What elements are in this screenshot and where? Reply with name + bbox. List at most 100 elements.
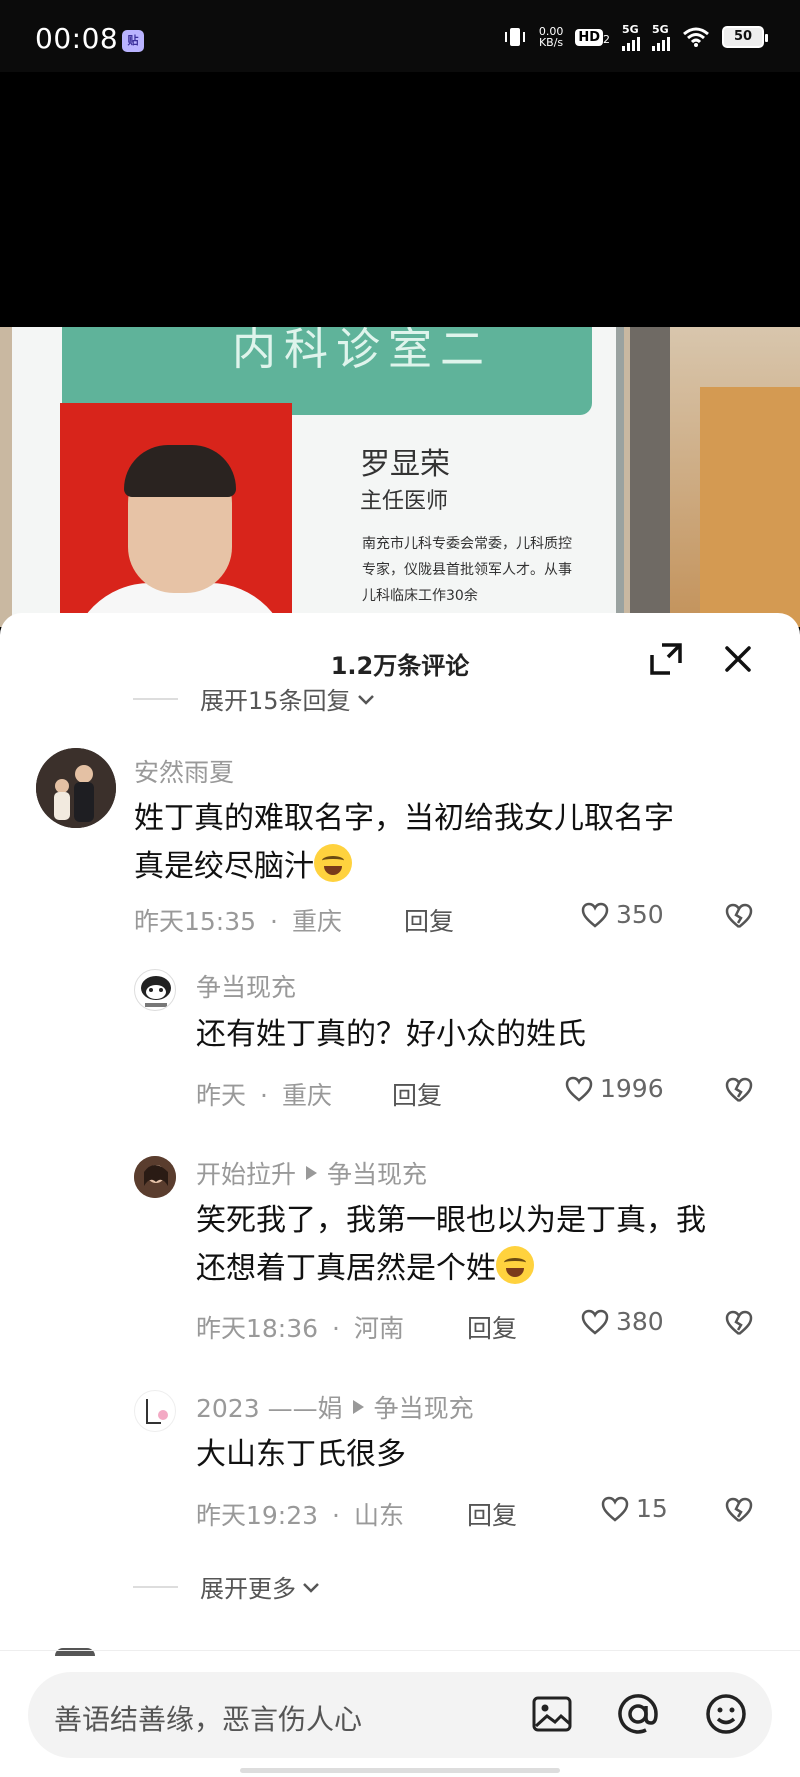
broken-heart-icon[interactable] — [724, 1076, 754, 1104]
reply-button[interactable]: 回复 — [467, 1496, 517, 1532]
signal-label-1: 5G — [622, 22, 639, 36]
heart-icon — [581, 902, 609, 928]
meta-separator: · — [332, 1501, 340, 1530]
broken-heart-icon[interactable] — [724, 1309, 754, 1337]
heart-icon — [581, 1309, 609, 1335]
wifi-icon — [683, 27, 709, 47]
like-count: 380 — [616, 1307, 664, 1336]
avatar-photo — [134, 1156, 176, 1198]
avatar-photo — [36, 748, 116, 828]
comment-text-line: 还想着丁真居然是个姓 — [196, 1251, 496, 1286]
avatar[interactable] — [134, 1390, 176, 1432]
comment-username-text: 2023 ——娟 — [196, 1394, 343, 1423]
like-button[interactable]: 15 — [600, 1494, 668, 1523]
net-speed: 0.00 KB/s — [539, 26, 564, 48]
expand-icon[interactable] — [648, 641, 684, 677]
comment-input[interactable]: 善语结善缘，恶言伤人心 — [54, 1698, 362, 1738]
comment-input-bar[interactable]: 善语结善缘，恶言伤人心 — [28, 1672, 772, 1758]
hd-icon: HD 2 — [575, 28, 610, 46]
avatar[interactable] — [134, 969, 176, 1011]
battery-icon: 50 — [722, 26, 768, 48]
reply-to-username[interactable]: 争当现充 — [374, 1389, 474, 1425]
video-frame[interactable]: 内科诊室二 罗显荣 主任医师 南充市儿科专委会常委，儿科质控专家，仪陇县首批领军… — [0, 327, 800, 627]
signal-icon-1: 5G — [622, 24, 640, 51]
like-button[interactable]: 350 — [580, 900, 664, 929]
status-bar: 00:08 贴 0.00 KB/s HD 2 5G 5G 50 — [0, 0, 800, 72]
broken-heart-icon[interactable] — [724, 902, 754, 930]
board-header: 内科诊室二 — [62, 327, 592, 415]
broken-heart-icon[interactable] — [724, 1496, 754, 1524]
hd-sub: 2 — [603, 32, 610, 46]
hd-label: HD — [575, 28, 603, 46]
doctor-description: 南充市儿科专委会常委，儿科质控专家，仪陇县首批领军人才。从事儿科临床工作30余 — [362, 536, 572, 604]
like-count: 15 — [636, 1494, 668, 1523]
comment-meta: 昨天18:36 · 河南 — [196, 1309, 404, 1345]
comment-location: 重庆 — [281, 1081, 332, 1110]
divider-line — [133, 697, 178, 700]
chevron-down-icon — [357, 694, 374, 705]
signal-label-2: 5G — [652, 22, 669, 36]
reply-button[interactable]: 回复 — [404, 902, 454, 938]
home-indicator — [240, 1768, 560, 1773]
signal-icon-2: 5G — [652, 24, 670, 51]
comment-username[interactable]: 开始拉升 争当现充 — [196, 1155, 427, 1191]
heart-icon — [565, 1076, 593, 1102]
meta-separator: · — [270, 907, 278, 936]
comment-text: 还有姓丁真的？好小众的姓氏 — [196, 1017, 586, 1052]
comment-username[interactable]: 争当现充 — [196, 968, 296, 1004]
comment-text-line: 姓丁真的难取名字，当初给我女儿取名字 — [134, 801, 674, 836]
comment-username-text: 开始拉升 — [196, 1160, 297, 1189]
meta-separator: · — [260, 1081, 268, 1110]
status-time: 00:08 — [35, 22, 119, 55]
cry-laugh-emoji-icon — [496, 1246, 534, 1284]
at-icon[interactable] — [616, 1692, 660, 1736]
comment-location: 河南 — [354, 1314, 405, 1343]
like-count: 1996 — [600, 1074, 664, 1103]
comment-text: 姓丁真的难取名字，当初给我女儿取名字 真是绞尽脑汁 — [134, 795, 774, 891]
comment-time: 昨天15:35 — [134, 907, 257, 936]
net-speed-unit: KB/s — [538, 36, 564, 49]
avatar-photo — [146, 1399, 168, 1424]
expand-more-button[interactable]: 展开更多 — [133, 1569, 322, 1604]
reply-button[interactable]: 回复 — [467, 1309, 517, 1345]
reply-arrow-icon — [352, 1400, 364, 1414]
comment-time: 昨天 — [196, 1081, 247, 1110]
doctor-info-board: 内科诊室二 罗显荣 主任医师 南充市儿科专委会常委，儿科质控专家，仪陇县首批领军… — [12, 327, 624, 627]
emoji-icon[interactable] — [704, 1692, 748, 1736]
comment-location: 重庆 — [292, 907, 343, 936]
avatar[interactable] — [36, 748, 116, 828]
meta-separator: · — [332, 1314, 340, 1343]
comment-meta: 昨天15:35 · 重庆 — [134, 902, 342, 938]
comment-text: 笑死我了，我第一眼也以为是丁真，我 还想着丁真居然是个姓 — [196, 1197, 776, 1293]
comment-time: 昨天19:23 — [196, 1501, 319, 1530]
reply-button[interactable]: 回复 — [392, 1076, 442, 1112]
comment-username[interactable]: 2023 ——娟 争当现充 — [196, 1389, 474, 1425]
comment-text: 大山东丁氏很多 — [196, 1437, 406, 1472]
comment-sheet: 1.2万条评论 展开15条回复 安然雨夏 姓丁真的难取名字，当初给我女儿取名字 … — [0, 613, 800, 1777]
divider-line — [133, 1585, 178, 1588]
close-icon[interactable] — [720, 641, 756, 677]
like-button[interactable]: 380 — [580, 1307, 664, 1336]
chevron-down-icon — [303, 1582, 319, 1593]
reply-arrow-icon — [306, 1166, 318, 1180]
comment-username[interactable]: 安然雨夏 — [134, 753, 234, 789]
reply-to-username[interactable]: 争当现充 — [327, 1155, 427, 1191]
doctor-portrait — [60, 403, 292, 627]
cry-laugh-emoji-icon — [314, 844, 352, 882]
comment-meta: 昨天 · 重庆 — [196, 1076, 332, 1112]
like-count: 350 — [616, 900, 664, 929]
image-icon[interactable] — [530, 1692, 574, 1736]
input-divider — [0, 1650, 800, 1651]
comment-text-line: 笑死我了，我第一眼也以为是丁真，我 — [196, 1203, 706, 1238]
doctor-name: 罗显荣 — [360, 447, 450, 482]
avatar[interactable] — [134, 1156, 176, 1198]
comment-meta: 昨天19:23 · 山东 — [196, 1496, 404, 1532]
board-header-text: 内科诊室二 — [232, 327, 492, 375]
like-button[interactable]: 1996 — [564, 1074, 664, 1103]
comment-location: 山东 — [354, 1501, 405, 1530]
heart-icon — [601, 1496, 629, 1522]
expand-replies-label: 展开15条回复 — [200, 687, 351, 715]
video-player[interactable] — [0, 72, 800, 327]
expand-replies-button[interactable]: 展开15条回复 — [133, 681, 377, 716]
doctor-title: 主任医师 — [360, 489, 449, 514]
